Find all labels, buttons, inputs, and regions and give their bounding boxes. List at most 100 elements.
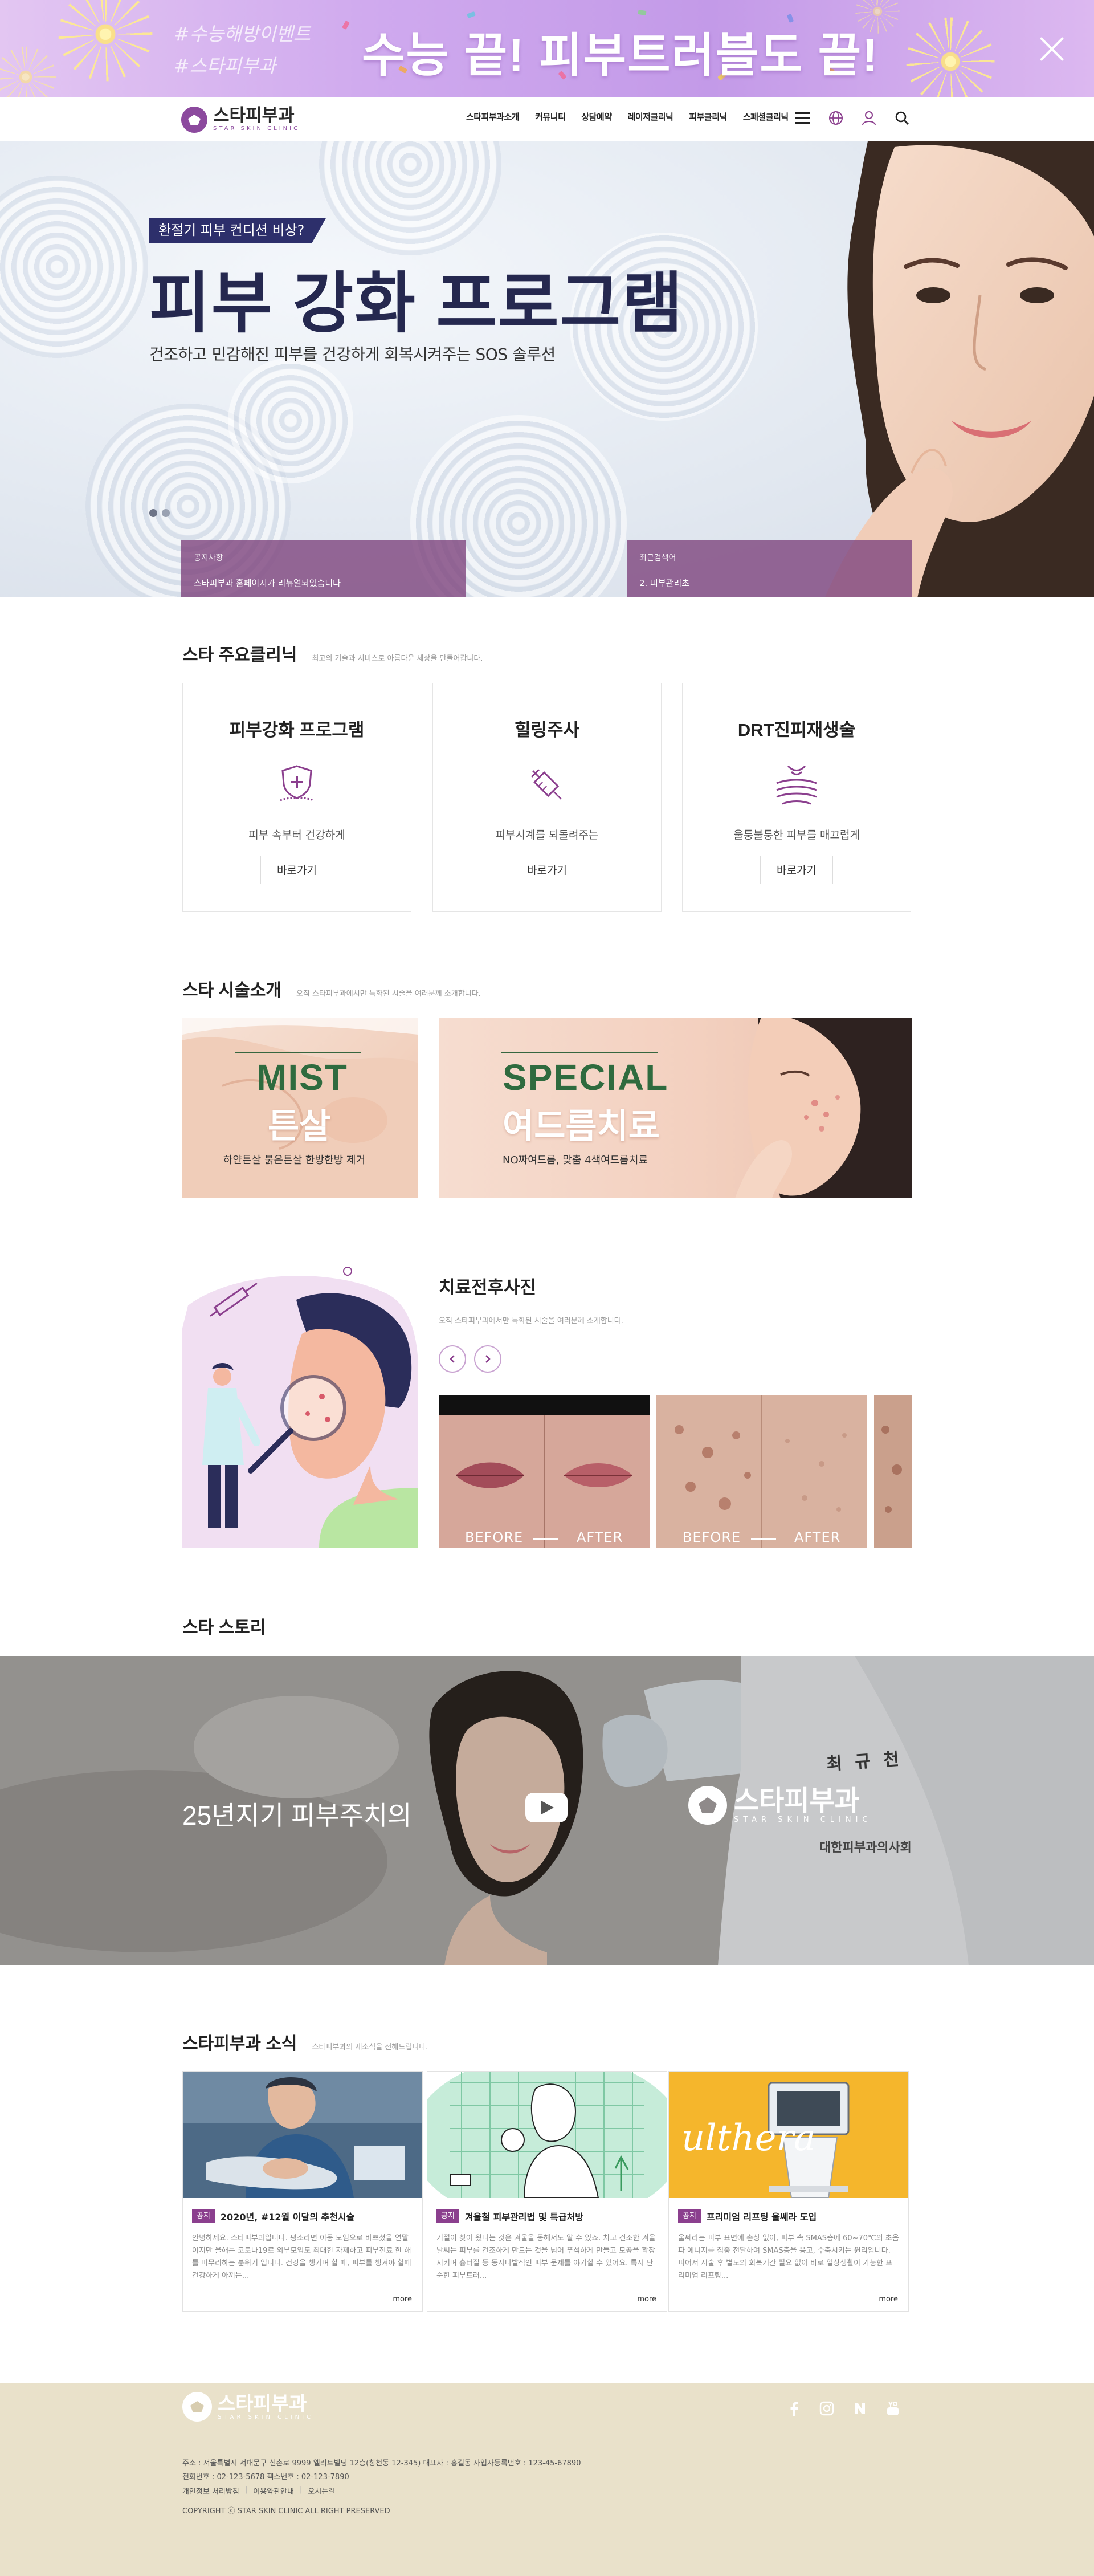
firework-decoration xyxy=(905,16,996,97)
prev-arrow-button[interactable] xyxy=(439,1345,466,1373)
before-after-item[interactable] xyxy=(874,1395,912,1548)
doctor-illustration xyxy=(182,1260,418,1548)
story-video-text: 25년지기 피부주치의 xyxy=(182,1801,412,1830)
clinic-card-button[interactable]: 바로가기 xyxy=(260,856,333,884)
hero-subtitle: 건조하고 민감해진 피부를 건강하게 회복시켜주는 SOS 솔루션 xyxy=(149,345,556,364)
lips-before-after-image xyxy=(439,1395,650,1548)
site-logo[interactable]: 스타피부과 STAR SKIN CLINIC xyxy=(181,105,300,135)
divider xyxy=(235,1052,361,1053)
section-title: 스타 시술소개 xyxy=(182,981,281,1000)
nav-item-special[interactable]: 스페셜클리닉 xyxy=(743,111,789,123)
menu-icon[interactable] xyxy=(793,108,813,128)
skin-shield-icon xyxy=(274,762,320,808)
clinic-card-button[interactable]: 바로가기 xyxy=(760,856,833,884)
naver-blog-icon[interactable] xyxy=(851,2400,868,2417)
before-after-carousel[interactable]: BEFORE AFTER BEFORE AFTER xyxy=(439,1395,912,1548)
before-after-item[interactable]: BEFORE AFTER xyxy=(656,1395,867,1548)
treatment-mist-banner[interactable]: MIST 튼살 하얀튼살 붉은튼살 한방한방 제거 xyxy=(182,1018,418,1198)
news-card[interactable]: 공지 겨울철 피부관리법 및 특급처방 기절이 찾아 왔다는 것은 겨울을 동해서… xyxy=(427,2071,667,2312)
youtube-icon[interactable] xyxy=(884,2400,901,2417)
nav-item-reservation[interactable]: 상담예약 xyxy=(581,111,612,123)
hero-title: 피부 강화 프로그램 xyxy=(149,266,684,340)
nav-item-community[interactable]: 커뮤니티 xyxy=(535,111,566,123)
logo-text: 스타피부과 xyxy=(213,105,295,125)
rose-background-decoration xyxy=(0,176,148,358)
clinic-card-button[interactable]: 바로가기 xyxy=(511,856,583,884)
after-label: AFTER xyxy=(794,1529,841,1545)
news-more-link[interactable]: more xyxy=(637,2295,656,2304)
news-more-link[interactable]: more xyxy=(879,2295,898,2304)
story-logo-subtext: STAR SKIN CLINIC xyxy=(734,1815,872,1824)
hero-slider[interactable]: 환절기 피부 컨디션 비상? 피부 강화 프로그램 건조하고 민감해진 피부를 … xyxy=(0,141,1094,597)
footer-logo[interactable]: 스타피부과 STAR SKIN CLINIC xyxy=(182,2392,313,2422)
nav-item-skin[interactable]: 피부클리닉 xyxy=(689,111,727,123)
firework-decoration xyxy=(0,46,57,97)
before-label: BEFORE xyxy=(465,1529,524,1545)
location-link[interactable]: 오시는길 xyxy=(308,2485,335,2496)
notice-box[interactable]: 공지사항 스타피부과 홈페이지가 리뉴얼되었습니다 xyxy=(181,540,466,597)
news-tag: 공지 xyxy=(436,2209,459,2223)
syringe-icon xyxy=(524,762,570,808)
news-card[interactable]: 공지 2020년, #12월 이달의 추천시술 안녕하세요. 스타피부과입니다. … xyxy=(182,2071,423,2312)
recent-search-box[interactable]: 최근검색어 2. 피부관리초 xyxy=(627,540,912,597)
clinic-card: 피부강화 프로그램 피부 속부터 건강하게 바로가기 xyxy=(182,683,411,912)
news-image xyxy=(427,2072,667,2198)
clinic-card-desc: 피부 속부터 건강하게 xyxy=(248,829,345,841)
skin-before-after-image xyxy=(656,1395,867,1548)
recent-search-text[interactable]: 2. 피부관리초 xyxy=(639,577,899,589)
divider: | xyxy=(244,2485,248,2494)
clinic-card: 힐링주사 피부시계를 되돌려주는 바로가기 xyxy=(432,683,662,912)
news-more-link[interactable]: more xyxy=(393,2295,412,2304)
story-video[interactable]: 25년지기 피부주치의 스타피부과 STAR SKIN CLINIC 최 규 천… xyxy=(0,1656,1094,1965)
news-tag: 공지 xyxy=(678,2209,701,2223)
site-footer: 스타피부과 STAR SKIN CLINIC 주소 : 서울특별시 서대문구 신… xyxy=(0,2383,1094,2576)
treatment-title-ko: 여드름치료 xyxy=(503,1107,660,1145)
doctor-coat-name: 최 규 천 xyxy=(826,1749,904,1775)
site-header: 스타피부과 STAR SKIN CLINIC 스타피부과소개 커뮤니티 상담예약… xyxy=(0,97,1094,141)
sns-links xyxy=(785,2400,901,2417)
news-tag: 공지 xyxy=(192,2209,215,2223)
news-heading: 스타피부과 소식 스타피부과의 새소식을 전해드립니다. xyxy=(182,2029,428,2054)
globe-icon[interactable] xyxy=(826,108,846,128)
section-title: 스타피부과 소식 xyxy=(182,2034,297,2053)
user-icon[interactable] xyxy=(859,108,879,128)
skin-before-after-image xyxy=(874,1395,912,1548)
story-heading: 스타 스토리 xyxy=(182,1613,266,1638)
clinic-card-title: 피부강화 프로그램 xyxy=(229,720,365,740)
treatment-title-en: MIST xyxy=(256,1057,348,1098)
treatment-special-banner[interactable]: SPECIAL 여드름치료 NO짜여드름, 맞춤 4색여드름치료 xyxy=(439,1018,912,1198)
terms-link[interactable]: 이용약관안내 xyxy=(253,2485,294,2496)
close-icon[interactable] xyxy=(1036,33,1068,65)
story-logo-text: 스타피부과 xyxy=(734,1785,860,1816)
news-card[interactable]: ulthera 공지 프리미엄 리프팅 울쎄라 도입 울쎄라는 피부 표면에 손상… xyxy=(668,2071,909,2312)
facebook-icon[interactable] xyxy=(785,2400,802,2417)
next-arrow-button[interactable] xyxy=(474,1345,501,1373)
firework-decoration xyxy=(57,0,154,83)
play-icon[interactable] xyxy=(525,1793,568,1822)
clinic-card-desc: 피부시계를 되돌려주는 xyxy=(495,829,599,841)
news-title[interactable]: 2020년, #12월 이달의 추천시술 xyxy=(221,2212,354,2223)
footer-logo-subtext: STAR SKIN CLINIC xyxy=(218,2414,314,2420)
section-title: 스타 스토리 xyxy=(182,1618,266,1637)
clinic-card-desc: 울퉁불퉁한 피부를 매끄럽게 xyxy=(733,829,860,841)
before-label: BEFORE xyxy=(683,1529,741,1545)
section-title: 스타 주요클리닉 xyxy=(182,646,297,665)
clinic-card-title: 힐링주사 xyxy=(514,720,580,740)
instagram-icon[interactable] xyxy=(818,2400,835,2417)
slider-dot[interactable] xyxy=(149,509,157,517)
privacy-policy-link[interactable]: 개인정보 처리방침 xyxy=(182,2485,239,2496)
news-title[interactable]: 겨울철 피부관리법 및 특급처방 xyxy=(465,2212,583,2223)
news-title[interactable]: 프리미엄 리프팅 울쎄라 도입 xyxy=(707,2212,817,2223)
treatment-title-en: SPECIAL xyxy=(503,1057,669,1098)
search-icon[interactable] xyxy=(892,108,912,128)
promo-banner[interactable]: #수능해방이벤트 #스타피부과 수능 끝! 피부트러블도 끝! xyxy=(0,0,1094,97)
nav-item-laser[interactable]: 레이저클리닉 xyxy=(628,111,673,123)
before-after-subtitle: 오직 스타피부과에서만 특화된 시술을 여러분께 소개합니다. xyxy=(439,1317,623,1325)
before-after-item[interactable]: BEFORE AFTER xyxy=(439,1395,650,1548)
news-image xyxy=(183,2072,422,2198)
promo-hashtag: #수능해방이벤트 xyxy=(174,23,311,45)
nav-item-about[interactable]: 스타피부과소개 xyxy=(466,111,520,123)
treatment-title-ko: 튼살 xyxy=(268,1107,331,1145)
notice-text[interactable]: 스타피부과 홈페이지가 리뉴얼되었습니다 xyxy=(194,577,454,589)
slider-dot[interactable] xyxy=(162,509,170,517)
